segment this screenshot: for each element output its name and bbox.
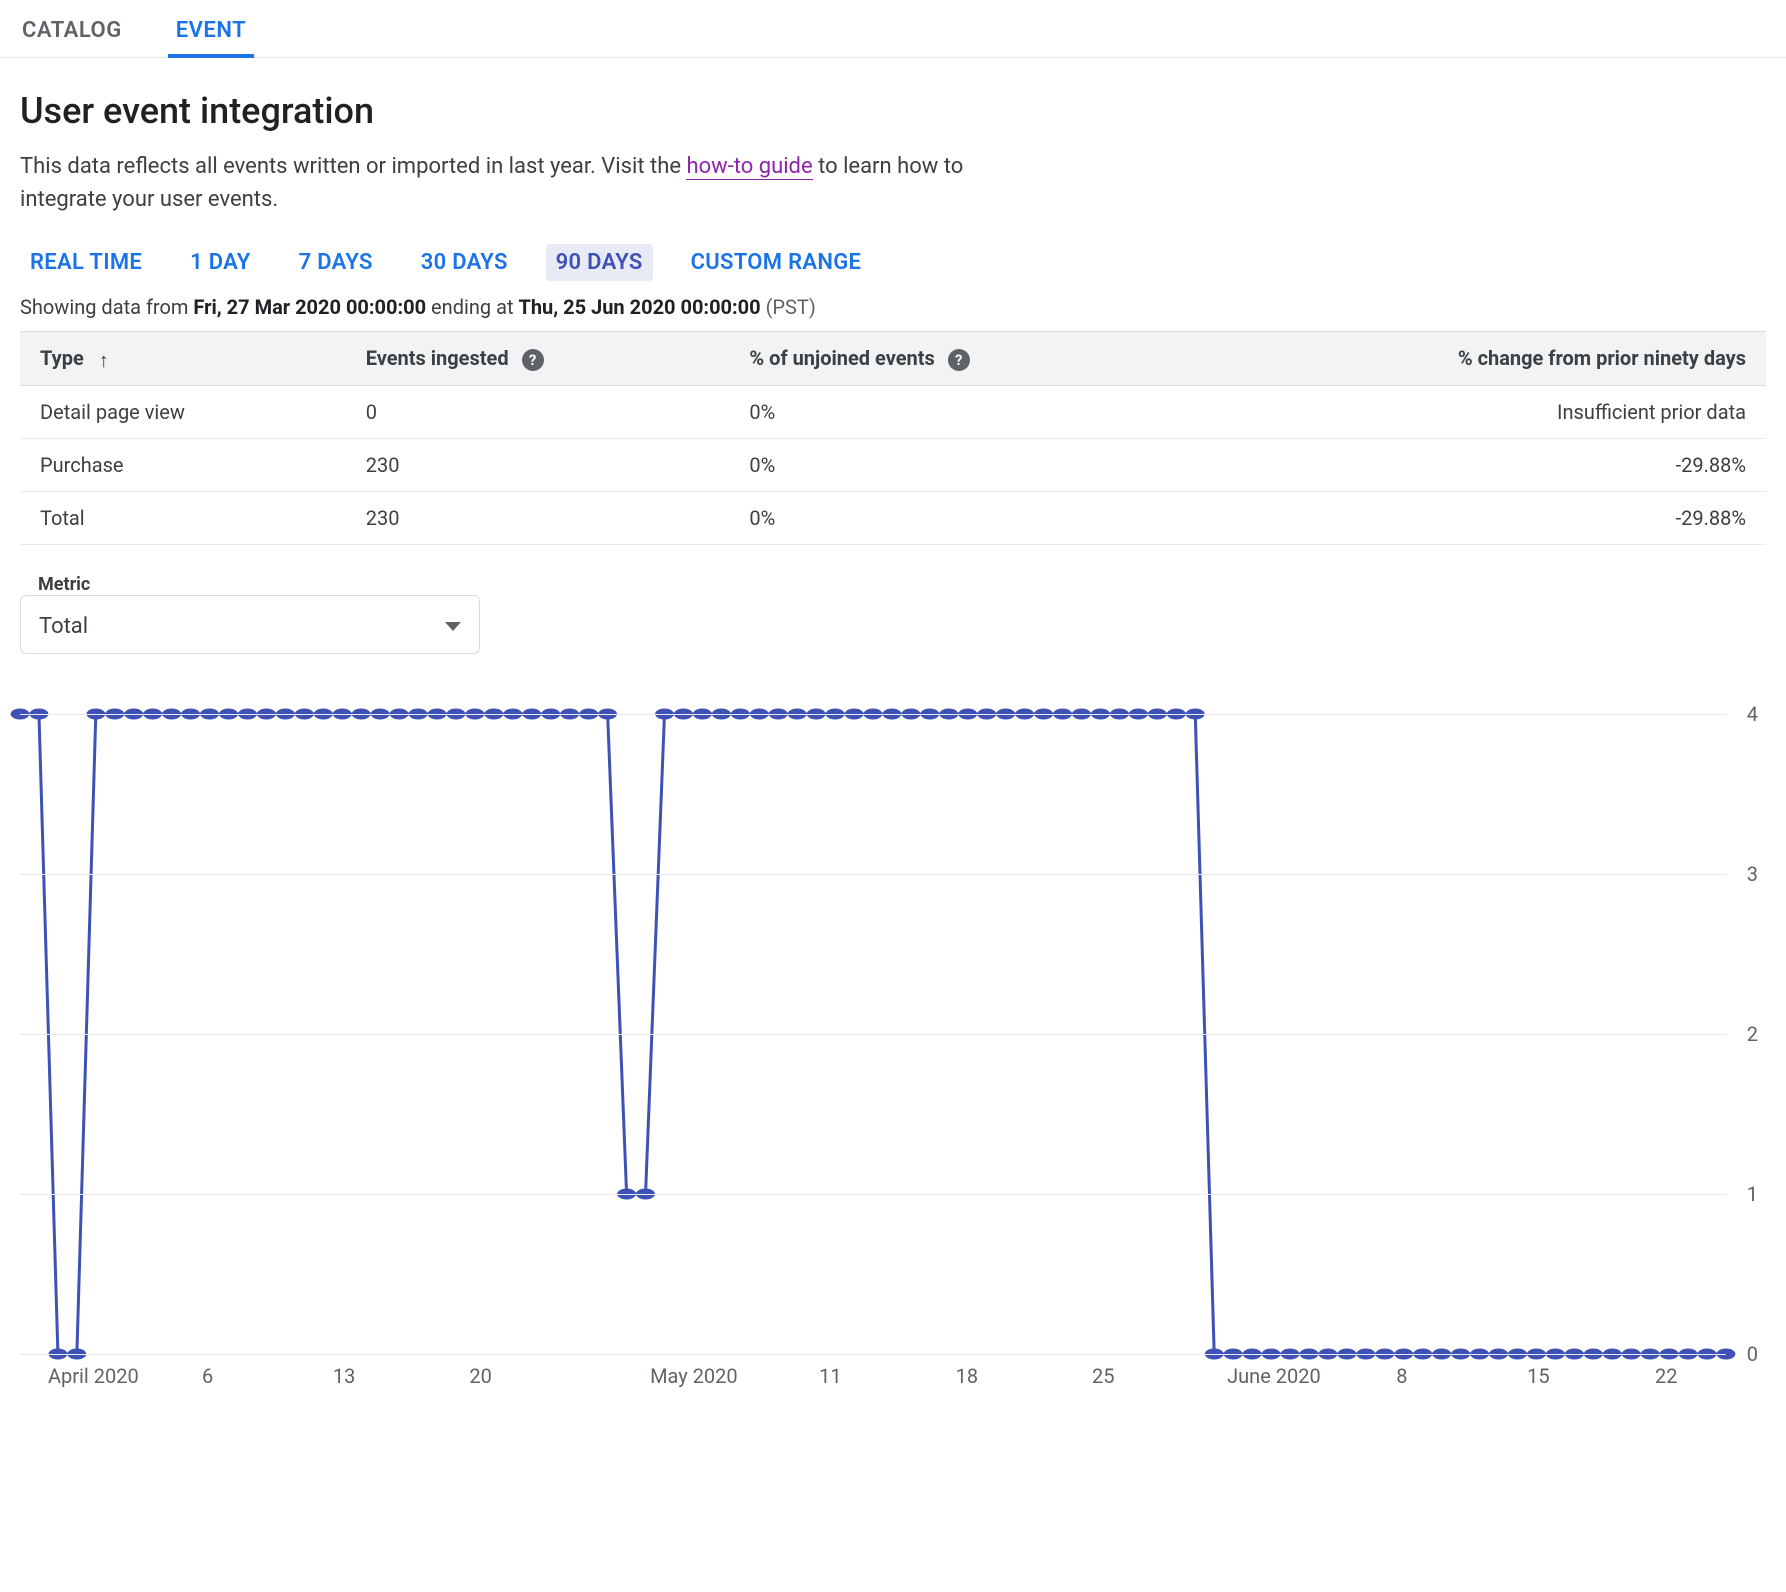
range-real-time[interactable]: REAL TIME <box>20 244 152 281</box>
x-tick-label: 15 <box>1527 1364 1549 1388</box>
tab-event[interactable]: EVENT <box>174 10 248 57</box>
x-tick-label: 22 <box>1655 1364 1677 1388</box>
howto-link[interactable]: how-to guide <box>686 154 812 180</box>
x-tick-label: 18 <box>956 1364 978 1388</box>
tab-catalog[interactable]: CATALOG <box>20 10 124 57</box>
range-7-days[interactable]: 7 DAYS <box>289 244 383 281</box>
metric-label: Metric <box>34 574 94 595</box>
y-tick-label: 4 <box>1747 702 1758 726</box>
events-table: Type ↑ Events ingested ? % of unjoined e… <box>20 331 1766 545</box>
col-unjoined[interactable]: % of unjoined events ? <box>729 332 1188 386</box>
grid-line <box>20 1034 1726 1035</box>
y-tick-label: 1 <box>1747 1182 1758 1206</box>
y-tick-label: 2 <box>1747 1022 1758 1046</box>
x-tick-label: 20 <box>469 1364 491 1388</box>
grid-line <box>20 874 1726 875</box>
table-row: Total2300%-29.88% <box>20 491 1766 544</box>
events-chart: 01234 <box>20 714 1726 1354</box>
col-change[interactable]: % change from prior ninety days <box>1188 332 1766 386</box>
page-description: This data reflects all events written or… <box>20 150 1000 216</box>
grid-line <box>20 1194 1726 1195</box>
range-30-days[interactable]: 30 DAYS <box>411 244 518 281</box>
range-1-day[interactable]: 1 DAY <box>180 244 261 281</box>
x-tick-label: 11 <box>819 1364 841 1388</box>
x-tick-label: 8 <box>1396 1364 1407 1388</box>
x-tick-label: 13 <box>333 1364 355 1388</box>
chevron-down-icon <box>445 622 461 631</box>
help-icon[interactable]: ? <box>948 349 970 371</box>
y-tick-label: 0 <box>1747 1342 1758 1366</box>
showing-data-text: Showing data from Fri, 27 Mar 2020 00:00… <box>20 295 1766 319</box>
x-tick-label: 6 <box>202 1364 213 1388</box>
x-tick-label: June 2020 <box>1227 1364 1321 1388</box>
range-90-days[interactable]: 90 DAYS <box>546 244 653 281</box>
grid-line <box>20 1354 1726 1355</box>
help-icon[interactable]: ? <box>522 349 544 371</box>
x-tick-label: May 2020 <box>650 1364 738 1388</box>
x-tick-label: 25 <box>1092 1364 1114 1388</box>
top-tabs: CATALOG EVENT <box>0 0 1786 58</box>
page-title: User event integration <box>20 90 1766 132</box>
time-range-row: REAL TIME 1 DAY 7 DAYS 30 DAYS 90 DAYS CUSTOM… <box>20 244 1766 281</box>
y-tick-label: 3 <box>1747 862 1758 886</box>
x-tick-label: April 2020 <box>48 1364 139 1388</box>
table-row: Purchase2300%-29.88% <box>20 438 1766 491</box>
col-ingested[interactable]: Events ingested ? <box>346 332 730 386</box>
metric-select[interactable]: Total <box>20 595 480 654</box>
grid-line <box>20 714 1726 715</box>
sort-asc-icon: ↑ <box>99 350 109 370</box>
range-custom-range[interactable]: CUSTOM RANGE <box>681 244 872 281</box>
table-row: Detail page view00%Insufficient prior da… <box>20 385 1766 438</box>
col-type[interactable]: Type ↑ <box>20 332 346 386</box>
